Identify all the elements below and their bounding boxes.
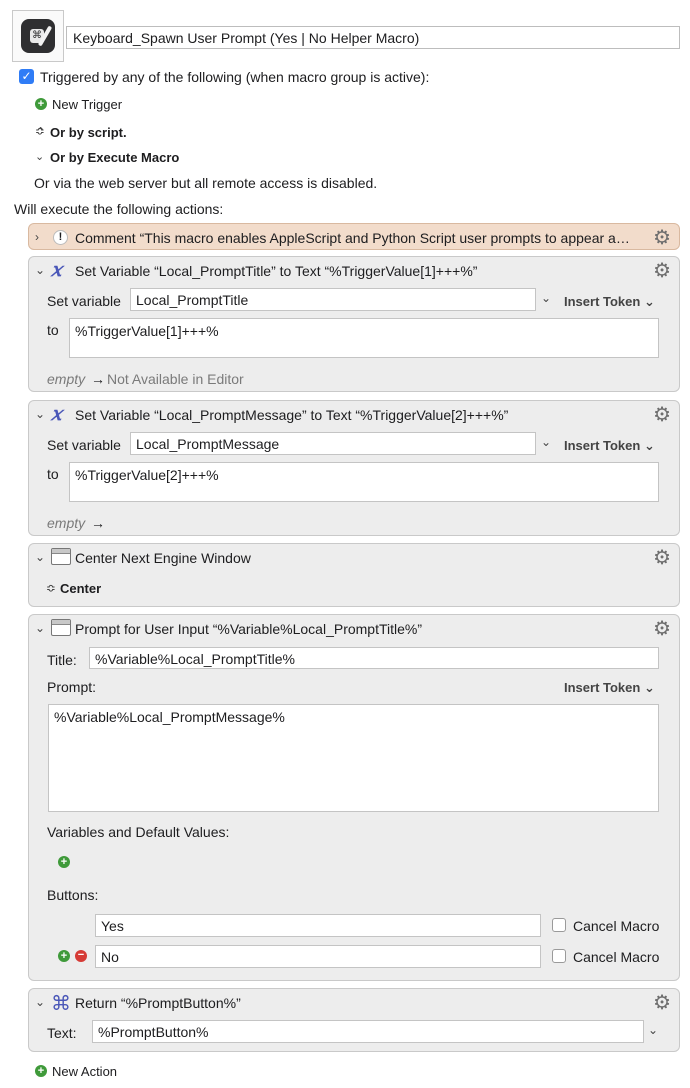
gear-icon[interactable]: ⚙ [653,993,671,1013]
insert-token-button[interactable]: Insert Token ⌄ [564,680,655,696]
trigger-checkbox-label: Triggered by any of the following (when … [40,69,430,85]
set-variable-label: Set variable [47,437,121,453]
button-name-field-yes[interactable]: Yes [95,914,541,937]
macro-icon[interactable]: ⌘ [12,10,64,62]
preview-arrow: → [91,371,105,387]
prompt-label: Prompt: [47,679,97,695]
trigger-checkbox[interactable]: ✓ [19,69,34,84]
chevron-down-icon[interactable]: ⌄ [35,263,45,277]
chevron-down-icon[interactable]: ⌄ [35,995,45,1009]
preview-result: Not Available in Editor [107,371,244,387]
updown-chevron-icon[interactable]: ≎ [46,581,56,595]
buttons-label: Buttons: [47,887,99,903]
variables-defaults-label: Variables and Default Values: [47,824,230,840]
cancel-macro-label-yes: Cancel Macro [573,918,660,934]
new-action-plus-icon[interactable]: + [35,1065,47,1077]
prompt-user-input-action[interactable]: ⌄ Prompt for User Input “%Variable%Local… [28,614,680,981]
variable-x-icon: 𝑥 [51,403,62,425]
gear-icon[interactable]: ⚙ [653,261,671,281]
will-execute-label: Will execute the following actions: [14,201,224,217]
preview-empty: empty [47,515,86,531]
web-server-note: Or via the web server but all remote acc… [34,175,378,191]
chevron-down-icon[interactable]: ⌄ [35,407,45,421]
set-variable-action-1[interactable]: ⌄ 𝑥 Set Variable “Local_PromptTitle” to … [28,256,680,392]
variable-dropdown-chevron-icon[interactable]: ⌄ [541,291,551,305]
center-option-popup[interactable]: Center [60,581,101,596]
or-by-execute-label[interactable]: Or by Execute Macro [50,150,179,165]
chevron-right-icon[interactable]: › [35,230,39,244]
insert-token-button[interactable]: Insert Token ⌄ [564,438,655,454]
cancel-macro-label-no: Cancel Macro [573,949,660,965]
remove-button-minus-icon[interactable]: − [75,950,87,962]
set-variable-label: Set variable [47,293,121,309]
or-by-script-label[interactable]: Or by script. [50,125,127,140]
insert-token-button[interactable]: Insert Token ⌄ [564,294,655,310]
new-action-button[interactable]: New Action [52,1064,117,1079]
prompt-message-textarea[interactable]: %Variable%Local_PromptMessage% [48,704,659,812]
return-text-field[interactable]: %PromptButton% [92,1020,644,1043]
return-action[interactable]: ⌄ ⌘ Return “%PromptButton%” ⚙ Text: %Pro… [28,988,680,1052]
expand-script-icon[interactable]: ≎ [35,124,45,138]
cancel-macro-checkbox-no[interactable] [552,949,566,963]
set-variable-1-title: Set Variable “Local_PromptTitle” to Text… [75,263,478,279]
text-label: Text: [47,1025,77,1041]
prompt-action-title: Prompt for User Input “%Variable%Local_P… [75,621,423,637]
variable-dropdown-chevron-icon[interactable]: ⌄ [541,435,551,449]
button-name-field-no[interactable]: No [95,945,541,968]
title-label: Title: [47,652,77,668]
gear-icon[interactable]: ⚙ [653,619,671,639]
return-action-title: Return “%PromptButton%” [75,995,241,1011]
variable-value-textarea[interactable]: %TriggerValue[1]+++% [69,318,659,358]
gear-icon[interactable]: ⚙ [653,228,671,248]
macro-name-field[interactable]: Keyboard_Spawn User Prompt (Yes | No Hel… [66,26,680,49]
variable-value-textarea[interactable]: %TriggerValue[2]+++% [69,462,659,502]
macro-icon-image: ⌘ [21,19,55,53]
set-variable-action-2[interactable]: ⌄ 𝑥 Set Variable “Local_PromptMessage” t… [28,400,680,536]
command-icon: ⌘ [51,991,71,1015]
cancel-macro-checkbox-yes[interactable] [552,918,566,932]
set-variable-2-title: Set Variable “Local_PromptMessage” to Te… [75,407,509,423]
prompt-title-field[interactable]: %Variable%Local_PromptTitle% [89,647,659,669]
new-trigger-plus-icon[interactable]: + [35,98,47,110]
new-trigger-button[interactable]: New Trigger [52,97,122,112]
comment-action[interactable]: › ! Comment “This macro enables AppleScr… [28,223,680,250]
chevron-down-icon[interactable]: ⌄ [35,550,45,564]
center-window-title: Center Next Engine Window [75,550,251,566]
chevron-down-icon[interactable]: ⌄ [35,150,44,163]
gear-icon[interactable]: ⚙ [653,548,671,568]
add-variable-plus-icon[interactable]: + [58,856,70,868]
exclamation-icon: ! [53,230,68,245]
variable-x-icon: 𝑥 [51,259,62,281]
gear-icon[interactable]: ⚙ [653,405,671,425]
variable-name-field[interactable]: Local_PromptTitle [130,288,536,311]
to-label: to [47,322,59,338]
variable-name-field[interactable]: Local_PromptMessage [130,432,536,455]
return-dropdown-chevron-icon[interactable]: ⌄ [648,1023,658,1037]
window-icon [51,619,71,636]
to-label: to [47,466,59,482]
comment-action-title: Comment “This macro enables AppleScript … [75,230,630,246]
preview-empty: empty [47,371,86,387]
preview-arrow: → [91,515,105,531]
add-button-plus-icon[interactable]: + [58,950,70,962]
center-window-action[interactable]: ⌄ Center Next Engine Window ⚙ ≎ Center [28,543,680,607]
chevron-down-icon[interactable]: ⌄ [35,621,45,635]
window-icon [51,548,71,565]
